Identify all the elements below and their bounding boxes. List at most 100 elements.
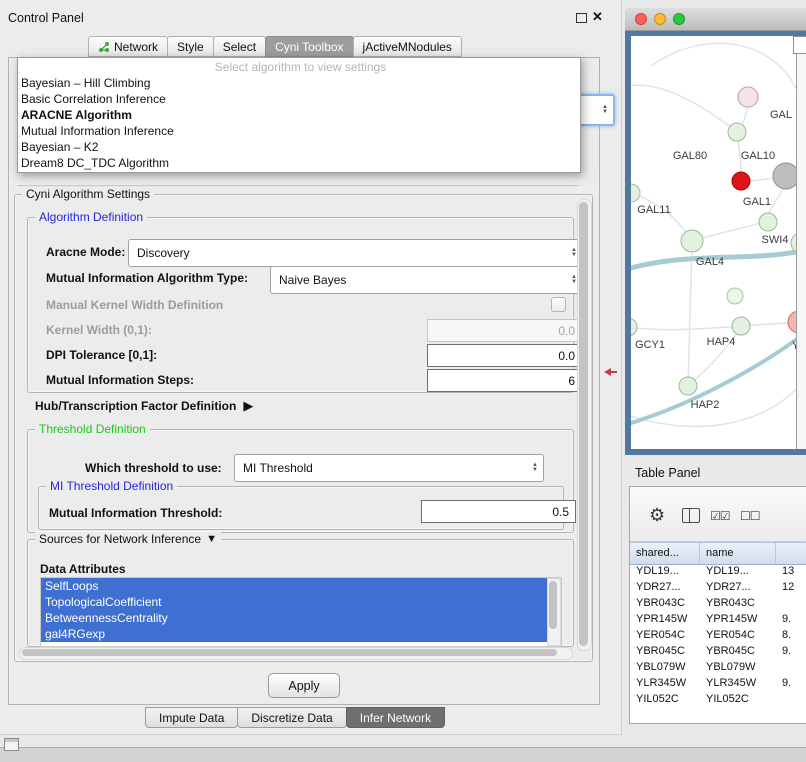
manual-kernel-checkbox bbox=[551, 297, 566, 312]
minimize-traffic-light[interactable] bbox=[654, 13, 666, 25]
group-title: MI Threshold Definition bbox=[46, 479, 177, 494]
select-all-checkboxes-icon[interactable]: ☑☑ bbox=[710, 509, 730, 523]
network-node[interactable] bbox=[728, 123, 746, 141]
table-row[interactable]: YBR045C YBR045C 9. bbox=[630, 643, 806, 659]
tab-jactivemnodules[interactable]: jActiveMNodules bbox=[353, 36, 462, 57]
tab-discretize-data[interactable]: Discretize Data bbox=[237, 707, 346, 728]
node-label: GAL11 bbox=[637, 204, 670, 216]
network-node[interactable] bbox=[679, 377, 697, 395]
settings-horizontal-scrollbar[interactable] bbox=[19, 647, 573, 660]
apply-button[interactable]: Apply bbox=[268, 673, 340, 698]
node-label: GAL80 bbox=[673, 150, 707, 162]
combo-value: Discovery bbox=[137, 246, 565, 260]
close-traffic-light[interactable] bbox=[635, 13, 647, 25]
algorithm-option[interactable]: Mutual Information Inference bbox=[18, 123, 580, 139]
tab-label: Style bbox=[177, 40, 204, 54]
tab-select[interactable]: Select bbox=[213, 36, 266, 57]
algorithm-option[interactable]: Bayesian – K2 bbox=[18, 139, 580, 155]
sources-title: Sources for Network Inference bbox=[39, 532, 201, 547]
deselect-all-checkboxes-icon[interactable]: ☐☐ bbox=[740, 509, 760, 523]
table-row[interactable]: YIL052C YIL052C bbox=[630, 691, 806, 707]
desktop: Control Panel ✕ Network Style Select Cyn… bbox=[0, 0, 806, 762]
table-row[interactable]: YDL19... YDL19... 13 bbox=[630, 563, 806, 579]
table-row[interactable]: YPR145W YPR145W 9. bbox=[630, 611, 806, 627]
network-node[interactable] bbox=[788, 311, 796, 333]
table-row[interactable]: YDR27... YDR27... 12 bbox=[630, 579, 806, 595]
network-node[interactable] bbox=[631, 184, 640, 202]
float-icon[interactable] bbox=[576, 13, 587, 23]
data-attributes-label: Data Attributes bbox=[40, 562, 126, 576]
cell bbox=[776, 659, 806, 675]
network-node[interactable] bbox=[681, 230, 703, 252]
dpi-tolerance-label: DPI Tolerance [0,1]: bbox=[46, 348, 157, 362]
network-node[interactable] bbox=[759, 213, 777, 231]
node-label: HAP4 bbox=[707, 336, 736, 348]
algorithm-option[interactable]: Dream8 DC_TDC Algorithm bbox=[18, 155, 580, 171]
tab-style[interactable]: Style bbox=[167, 36, 214, 57]
cell: YIL052C bbox=[630, 691, 700, 707]
column-header[interactable]: name bbox=[700, 543, 776, 564]
column-header[interactable]: shared... bbox=[630, 543, 700, 564]
network-canvas[interactable]: GAL GAL80 GAL10 GAL11 GAL1 SWI4 GAL4 GCY… bbox=[631, 36, 796, 449]
tab-impute-data[interactable]: Impute Data bbox=[145, 707, 238, 728]
algorithm-option[interactable]: Bayesian – Hill Climbing bbox=[18, 75, 580, 91]
kernel-width-label: Kernel Width (0,1): bbox=[46, 323, 152, 337]
kernel-width-field: 0.0 bbox=[427, 319, 582, 342]
network-vertical-scrollbar[interactable] bbox=[796, 36, 806, 449]
settings-vertical-scrollbar[interactable] bbox=[577, 199, 592, 651]
node-label: GAL4 bbox=[696, 256, 724, 268]
network-window-titlebar[interactable] bbox=[625, 8, 806, 31]
network-node[interactable] bbox=[732, 172, 750, 190]
cell: 12 bbox=[776, 579, 806, 595]
table-row[interactable]: YLR345W YLR345W 9. bbox=[630, 675, 806, 691]
aracne-mode-combo[interactable]: Discovery ▲▼ bbox=[128, 239, 583, 267]
tab-label: Cyni Toolbox bbox=[275, 40, 343, 54]
close-icon[interactable]: ✕ bbox=[592, 9, 603, 25]
hub-definition-label: Hub/Transcription Factor Definition bbox=[35, 399, 236, 413]
table-row[interactable]: YBR043C YBR043C bbox=[630, 595, 806, 611]
sources-group: Sources for Network Inference ▼ Data Att… bbox=[27, 539, 574, 647]
mi-type-combo[interactable]: Naive Bayes ▲▼ bbox=[270, 266, 583, 294]
list-item[interactable]: gal4RGexp bbox=[41, 626, 561, 642]
mi-threshold-field[interactable]: 0.5 bbox=[421, 500, 576, 523]
list-item[interactable]: SelfLoops bbox=[41, 578, 561, 594]
column-header[interactable] bbox=[776, 543, 806, 564]
columns-icon[interactable] bbox=[682, 508, 700, 523]
splitter-arrow-icon[interactable] bbox=[604, 368, 611, 376]
network-graph[interactable]: GAL GAL80 GAL10 GAL11 GAL1 SWI4 GAL4 GCY… bbox=[631, 36, 796, 449]
tab-cyni-toolbox[interactable]: Cyni Toolbox bbox=[265, 36, 353, 57]
which-threshold-combo[interactable]: MI Threshold ▲▼ bbox=[234, 454, 544, 482]
list-item[interactable]: BetweennessCentrality bbox=[41, 610, 561, 626]
network-node[interactable] bbox=[732, 317, 750, 335]
mi-steps-field[interactable]: 6 bbox=[427, 369, 582, 392]
network-node[interactable] bbox=[738, 87, 758, 107]
network-node[interactable] bbox=[727, 288, 743, 304]
network-node[interactable] bbox=[631, 318, 637, 336]
algorithm-option[interactable]: Basic Correlation Inference bbox=[18, 91, 580, 107]
node-label: GAL10 bbox=[741, 150, 775, 162]
table-row[interactable]: YER054C YER054C 8. bbox=[630, 627, 806, 643]
hub-definition-toggle[interactable]: Hub/Transcription Factor Definition ▶ bbox=[35, 398, 253, 414]
control-panel-tabbar: Network Style Select Cyni Toolbox jActiv… bbox=[88, 36, 461, 57]
bottom-tabbar: Impute Data Discretize Data Infer Networ… bbox=[145, 707, 444, 728]
network-node[interactable] bbox=[773, 163, 796, 189]
scrollbar-button[interactable] bbox=[793, 36, 806, 54]
sources-toggle[interactable]: Sources for Network Inference ▼ bbox=[35, 532, 221, 547]
cell: YPR145W bbox=[700, 611, 776, 627]
network-tab-icon bbox=[98, 41, 110, 53]
dpi-tolerance-field[interactable]: 0.0 bbox=[427, 344, 582, 367]
node-label: GCY1 bbox=[635, 339, 665, 351]
list-item[interactable]: TopologicalCoefficient bbox=[41, 594, 561, 610]
panel-toggle-icon[interactable] bbox=[4, 738, 19, 751]
tab-network[interactable]: Network bbox=[88, 36, 168, 57]
table-row[interactable]: YBL079W YBL079W bbox=[630, 659, 806, 675]
group-title: Threshold Definition bbox=[35, 422, 150, 437]
algorithm-option-selected[interactable]: ARACNE Algorithm bbox=[18, 107, 580, 123]
gear-icon[interactable]: ⚙ bbox=[649, 505, 665, 526]
zoom-traffic-light[interactable] bbox=[673, 13, 685, 25]
tab-infer-network[interactable]: Infer Network bbox=[346, 707, 445, 728]
mi-threshold-label: Mutual Information Threshold: bbox=[49, 506, 222, 520]
list-scrollbar[interactable] bbox=[547, 578, 561, 646]
cell: YBR043C bbox=[630, 595, 700, 611]
node-label: HAP2 bbox=[691, 399, 720, 411]
